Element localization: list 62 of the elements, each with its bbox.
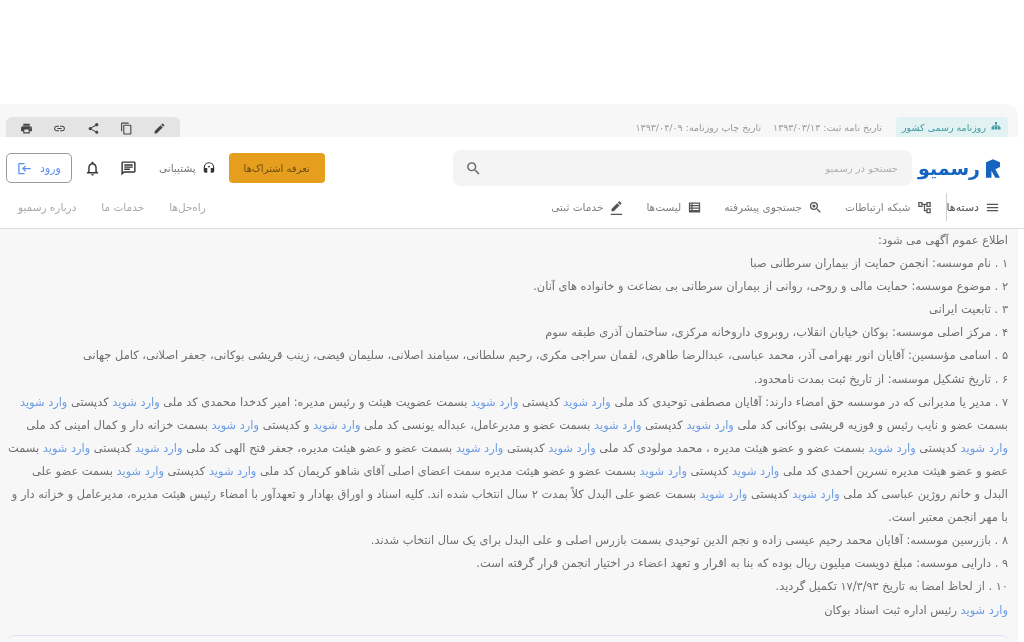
notice-paragraph: ۶ . تاریخ تشکیل موسسه: از تاریخ ثبت بمدت نامحدود. [752,370,1008,388]
chat-icon[interactable] [120,159,137,177]
notice-paragraph: ۴ . مرکز اصلی موسسه: بوکان خیابان انقلاب، روبروی داروخانه مرکزی، ساختمان آذری طبقه سوم [544,324,1008,342]
notice-paragraph: ۱۰ . از لحاظ امضا به تاریخ ۱۷/۳/۹۳ تکمیل گردید. [774,578,1008,596]
login-link[interactable]: وارد شوید [594,417,642,432]
login-link[interactable]: وارد شوید [116,463,164,478]
share-icon[interactable] [86,122,100,135]
pencil-icon[interactable] [153,122,166,135]
login-link[interactable]: وارد شوید [135,440,183,455]
login-link[interactable]: وارد شوید [19,394,68,409]
printer-icon[interactable] [20,122,33,135]
pencil-icon [609,199,625,215]
notice-paragraph: ۵ . اسامی مؤسسین: آقایان انور بهرامی آذر، محمد عباسی، عبدالرضا طاهری، لقمان سراجی مکری، رحیم سلطانی، سیامند اصلانی، سلیمان فیضی، زینب قریشی بوکانی، جعفر اصلانی، کامل جهانی [82,347,1008,365]
login-link[interactable]: وارد شوید [208,463,257,478]
login-link[interactable]: وارد شوید [455,440,504,455]
notice-paragraph: ۳ . تابعیت ایرانی [928,301,1008,319]
nav-item[interactable]: شبکه ارتباطات [845,199,932,215]
login-link[interactable]: وارد شوید [868,440,916,455]
notice-paragraph: ۱ . نام موسسه: انجمن حمایت از بیماران سرطانی صبا [748,255,1008,273]
nav-link[interactable]: درباره رسمیو [18,201,77,213]
notice-paragraph: ۷ . مدیر یا مدیرانی که در موسسه حق امضاء دارند: آقایان مصطفی توحیدی کد ملی وارد شوید کدپستی وارد شوید بسمت عضویت هیئت و رئیس مدیره: امیر کدخدا محمدی کد ملی وارد شوید کدپستی وارد شوید بسمت عضو و نایب رئیس و فوزیه قریشی بوکانی کد ملی وارد شوید کدپستی وارد شوید بسمت عضو و مدیرعامل، عبداله یونسی کد ملی وارد شوید و کدپستی وارد شوید بسمت خزانه دار و کمال امینی کد ملی وارد شوید کدپستی وارد شوید بسمت عضو و عضو هیئت مدیره ، محمد مولودی کد ملی وارد شوید کدپستی وارد شوید بسمت عضو و عضو هیئت مدیره، جعفر فتح الهی کد ملی وارد شوید کدپستی وارد شوید بسمت عضو و عضو هیئت مدیره نسرین احمدی کد ملی وارد شوید کدپستی وارد شوید بسمت عضو و عضو هیئت مدیره سمت اعضای اصلی آقای شاهو کریمان کد ملی وارد شوید کدپستی وارد شوید بسمت عضو علی البدل و خانم روژین عباسی کد ملی وارد شوید کدپستی وارد شوید بسمت عضو علی البدل کلاً بمدت ۲ سال انتخاب شده اند. کلیه اسناد و اوراق بهادار و تعهدآور با امضاء رئیس هیئت مدیره، مدیرعامل و خزانه دار و با مهر انجمن معتبر است. [8,393,1008,527]
login-button[interactable]: ورود [6,153,72,183]
notice-paragraph: ۹ . دارایی موسسه: مبلغ دویست میلیون ریال بوده که بنا به اقرار و تعهد اعضاء در اختیار انجمن قرار گرفته است. [475,555,1008,573]
home-logo[interactable]: رسمیو [918,157,1000,179]
login-link[interactable]: وارد شوید [563,394,611,409]
search-icon[interactable] [465,160,482,177]
registration-date: تاریخ نامه ثبت: ۱۳۹۳/۰۳/۱۳ [773,120,882,135]
login-link[interactable]: وارد شوید [639,463,687,478]
login-link[interactable]: وارد شوید [313,417,361,432]
login-link[interactable]: وارد شوید [471,394,519,409]
nav-link[interactable]: راه‌حل‌ها [169,201,206,213]
plans-button[interactable]: تعرفه اشتراک‌ها [228,153,325,183]
support-link[interactable]: پشتیبانی [159,161,216,175]
hierarchy-icon [990,121,1002,133]
nav-item[interactable]: جستجوی پیشرفته [724,199,824,215]
copy-icon[interactable] [119,122,133,135]
nav-item[interactable]: لیست‌ها [646,199,703,215]
notice-paragraph: وارد شوید رئیس اداره ثبت اسناد بوکان [823,601,1008,619]
headset-icon [201,161,216,175]
nav-link[interactable]: خدمات ما [101,201,145,213]
login-link[interactable]: وارد شوید [699,487,748,502]
login-icon [17,160,33,176]
login-link[interactable]: وارد شوید [112,394,160,409]
nav-item[interactable]: دسته‌ها [946,199,1000,215]
login-link[interactable]: وارد شوید [686,417,734,432]
search-field[interactable]: جستجو در رسمیو [453,150,912,186]
diagram-icon [916,199,932,215]
login-link[interactable]: وارد شوید [960,440,1008,455]
login-link[interactable]: وارد شوید [548,440,596,455]
login-link[interactable]: وارد شوید [42,440,91,455]
login-link[interactable]: وارد شوید [792,487,840,502]
notice-paragraph: ۸ . بازرسین موسسه: آقایان محمد رحیم عیسی زاده و نجم الدین توحیدی بسمت بازرس اصلی و علی البدل برای یک سال انتخاب شدند. [369,532,1008,550]
login-link[interactable]: وارد شوید [960,602,1008,617]
source-badge[interactable]: روزنامه رسمی کشور [896,117,1008,137]
nav-item[interactable]: خدمات ثبتی [551,199,625,215]
logo-icon [986,157,1000,179]
bell-icon[interactable] [84,159,101,177]
notice-paragraph: اطلاع عموم آگهی می شود: [877,232,1008,249]
login-link[interactable]: وارد شوید [731,463,780,478]
login-link[interactable]: وارد شوید [211,417,259,432]
print-date: تاریخ چاپ روزنامه: ۱۳۹۳/۰۴/۰۹ [635,120,762,135]
notice-paragraph: ۲ . موضوع موسسه: حمایت مالی و روحی، روانی از بیماران سرطانی بی بضاعت و خانواده های آنان. [532,278,1008,296]
